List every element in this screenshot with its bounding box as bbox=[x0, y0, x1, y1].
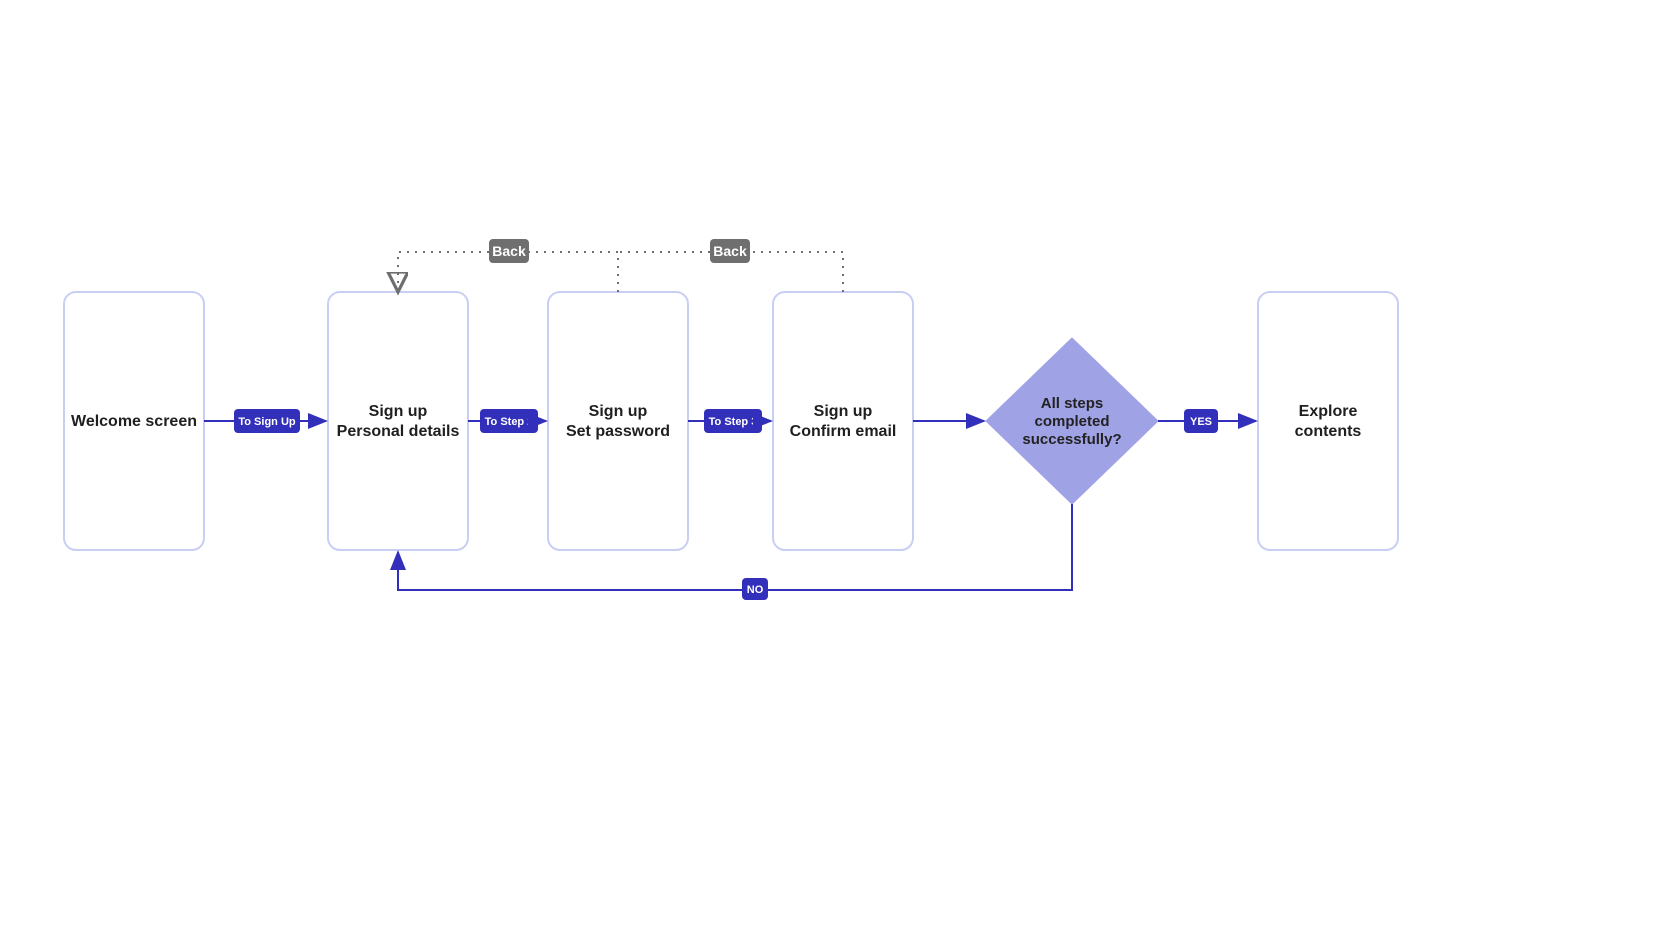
flow-diagram: Welcome screen Sign up Personal details … bbox=[0, 0, 1680, 952]
edge-no: NO bbox=[398, 504, 1072, 600]
signup3-line2: Confirm email bbox=[790, 423, 897, 440]
edge-yes: YES bbox=[1158, 409, 1256, 433]
edge-to-sign-up: To Sign Up bbox=[204, 409, 326, 433]
node-signup-confirm-email: Sign up Confirm email bbox=[773, 292, 913, 550]
edge-back-step2-to-step1: Back bbox=[398, 239, 618, 292]
signup2-line2: Set password bbox=[566, 423, 670, 440]
signup3-line1: Sign up bbox=[814, 403, 873, 420]
signup2-line1: Sign up bbox=[589, 403, 648, 420]
decision-line3: successfully? bbox=[1022, 431, 1121, 448]
to-step3-label: To Step 3 bbox=[709, 416, 758, 428]
edge-back-step3-to-step2: Back bbox=[618, 239, 843, 292]
edge-to-step-3: To Step 3 bbox=[688, 409, 771, 433]
back1-label: Back bbox=[492, 243, 526, 259]
to-sign-up-label: To Sign Up bbox=[238, 416, 296, 428]
node-signup-set-password: Sign up Set password bbox=[548, 292, 688, 550]
yes-label: YES bbox=[1190, 416, 1212, 428]
node-decision-all-steps: All steps completed successfully? bbox=[986, 338, 1158, 504]
node-welcome: Welcome screen bbox=[64, 292, 204, 550]
signup1-line1: Sign up bbox=[369, 403, 428, 420]
decision-line1: All steps bbox=[1041, 395, 1104, 412]
node-signup-personal-details: Sign up Personal details bbox=[328, 292, 468, 550]
signup1-line2: Personal details bbox=[337, 423, 460, 440]
decision-line2: completed bbox=[1034, 413, 1109, 430]
welcome-label: Welcome screen bbox=[71, 413, 197, 430]
no-label: NO bbox=[747, 584, 764, 596]
explore-line1: Explore bbox=[1299, 403, 1358, 420]
back2-label: Back bbox=[713, 243, 747, 259]
to-step2-label: To Step 2 bbox=[485, 416, 534, 428]
edge-to-step-2: To Step 2 bbox=[468, 409, 546, 433]
explore-line2: contents bbox=[1295, 423, 1362, 440]
node-explore-contents: Explore contents bbox=[1258, 292, 1398, 550]
